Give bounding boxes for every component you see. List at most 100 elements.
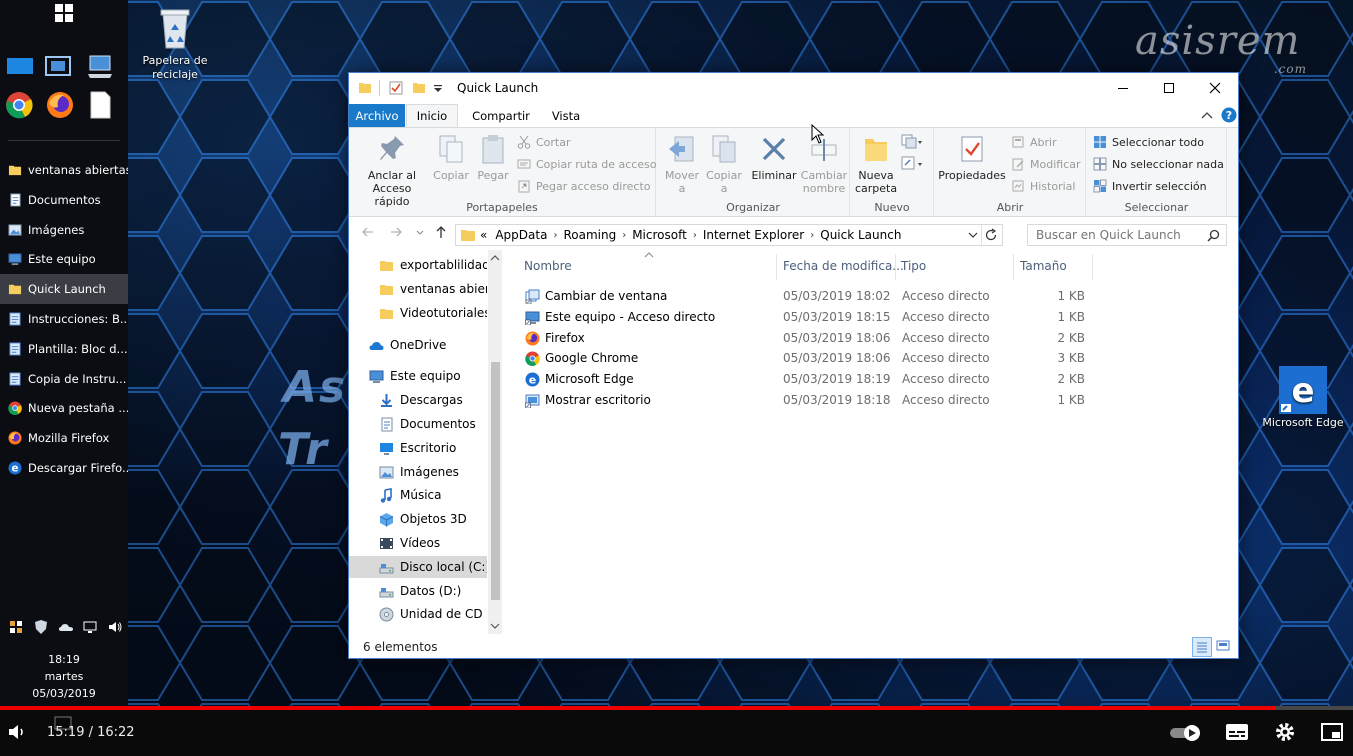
invert-selection-button[interactable]: Invertir selección [1093,177,1207,195]
taskbar-item[interactable]: Quick Launch [0,274,128,305]
network-icon[interactable] [82,619,98,635]
nav-item[interactable]: Datos (D:) [349,580,487,602]
nav-item[interactable]: Disco local (C:) [349,556,487,578]
autoplay-toggle-icon[interactable] [1168,720,1204,744]
chevron-down-icon[interactable] [968,230,978,240]
column-divider[interactable] [895,254,896,280]
edge-desktop-shortcut[interactable]: e Microsoft Edge [1258,366,1348,430]
large-icons-view-button[interactable] [1214,637,1234,657]
properties-button[interactable]: Propiedades [937,133,1007,182]
nav-item[interactable]: ventanas abierta [349,278,487,300]
column-header-name[interactable]: Nombre [524,259,572,279]
address-bar[interactable]: « AppData › Roaming › Microsoft › Internet Exp… [455,224,1003,246]
open-button[interactable]: Abrir [1011,133,1057,151]
forward-button[interactable] [387,225,405,243]
taskbar-item[interactable]: Instrucciones: B... [0,304,128,334]
nav-item[interactable]: Este equipo [349,365,487,387]
column-header-type[interactable]: Tipo [901,259,926,279]
maximize-button[interactable] [1146,73,1192,103]
select-all-button[interactable]: Seleccionar todo [1093,133,1204,151]
breadcrumb-item[interactable]: Microsoft [632,228,687,242]
edit-button[interactable]: Modificar [1011,155,1081,173]
file-row[interactable]: Mostrar escritorio 05/03/2019 18:18 Acceso… [521,390,1097,411]
history-button[interactable]: Historial [1011,177,1075,195]
nav-item[interactable]: Imágenes [349,461,487,483]
recent-locations-button[interactable] [411,225,429,243]
tab-compartir[interactable]: Compartir [463,104,539,127]
taskbar-item[interactable]: Copia de Instru... [0,364,128,394]
properties-quick-icon[interactable] [389,81,403,95]
volume-icon[interactable] [6,720,30,744]
file-row[interactable]: Este equipo - Acceso directo 05/03/2019 1… [521,307,1097,328]
column-divider[interactable] [1092,254,1093,280]
breadcrumb-item[interactable]: AppData [495,228,547,242]
nav-item[interactable]: Unidad de CD (G [349,603,487,625]
subtitles-icon[interactable] [1225,720,1249,744]
copy-path-button[interactable]: Copiar ruta de acceso [517,155,657,173]
nav-item[interactable]: Documentos [349,413,487,435]
onedrive-tray-icon[interactable] [58,619,74,635]
nav-item[interactable]: Objetos 3D [349,508,487,530]
nav-item[interactable]: exportablilidad [349,254,487,276]
nav-scrollbar[interactable] [488,250,502,634]
firefox-pin-icon[interactable] [46,91,74,119]
title-bar[interactable]: Quick Launch [349,73,1238,103]
easy-access-icon[interactable] [901,155,923,171]
breadcrumb-item[interactable]: Internet Explorer [703,228,804,242]
file-row[interactable]: Firefox 05/03/2019 18:06 Acceso directo 2 K… [521,328,1097,349]
new-folder-quick-icon[interactable] [412,81,426,95]
taskbar-item[interactable]: Documentos [0,185,128,215]
breadcrumb-item[interactable]: Roaming [563,228,616,242]
nav-item[interactable]: Vídeos [349,532,487,554]
new-folder-button[interactable]: Nueva carpeta [855,133,897,195]
file-row[interactable]: Cambiar de ventana 05/03/2019 18:02 Acceso… [521,286,1097,307]
miniplayer-icon[interactable] [1320,720,1344,744]
taskbar-item[interactable]: Nueva pestaña ... [0,393,128,423]
shield-icon[interactable] [8,619,24,635]
taskbar-item[interactable]: Mozilla Firefox [0,423,128,453]
breadcrumb-item[interactable]: Quick Launch [820,228,901,242]
back-button[interactable] [359,225,377,243]
recycle-bin-shortcut[interactable]: Papelera de reciclaje [138,6,212,82]
pin-quick-access-button[interactable]: Anclar al Acceso rápido [355,133,429,208]
close-button[interactable] [1192,73,1238,103]
defender-icon[interactable] [33,619,49,635]
move-to-button[interactable]: Mover a [661,133,703,195]
progress-bar[interactable] [0,706,1353,710]
taskbar-item[interactable]: e Descargar Firefo... [0,453,128,483]
paste-shortcut-button[interactable]: Pegar acceso directo [517,177,651,195]
select-none-button[interactable]: No seleccionar nada [1093,155,1224,173]
column-header-date[interactable]: Fecha de modifica... [783,259,904,279]
breadcrumb-separator[interactable]: › [810,230,814,241]
help-icon[interactable]: ? [1221,107,1237,123]
taskbar-item[interactable]: ventanas abiertas [0,155,128,185]
breadcrumb-separator[interactable]: › [693,230,697,241]
details-view-button[interactable] [1192,637,1212,657]
settings-gear-icon[interactable] [1273,720,1297,744]
column-divider[interactable] [1013,254,1014,280]
tab-vista[interactable]: Vista [543,104,589,127]
delete-button[interactable]: Eliminar [751,133,797,182]
nav-item[interactable]: OneDrive [349,334,487,356]
taskbar-item[interactable]: Plantilla: Bloc d... [0,334,128,364]
taskbar-item[interactable]: Imágenes [0,215,128,245]
cut-button[interactable]: Cortar [517,133,571,151]
volume-icon[interactable] [107,619,123,635]
document-pin-icon[interactable] [86,91,114,119]
file-row[interactable]: e Microsoft Edge 05/03/2019 18:19 Acceso di… [521,369,1097,390]
nav-item[interactable]: Escritorio [349,437,487,459]
paste-button[interactable]: Pegar [473,133,513,182]
nav-item[interactable]: Descargas [349,389,487,411]
breadcrumb-separator[interactable]: › [553,230,557,241]
windows-start-icon[interactable] [52,2,76,24]
nav-item[interactable]: Música [349,484,487,506]
file-row[interactable]: Google Chrome 05/03/2019 18:06 Acceso dire… [521,348,1097,369]
customize-toolbar-icon[interactable] [433,84,443,94]
tab-inicio[interactable]: Inicio [406,104,458,127]
collapse-ribbon-icon[interactable] [1201,110,1213,120]
this-pc-pin-icon[interactable] [86,52,114,80]
up-button[interactable] [432,225,450,243]
minimize-button[interactable] [1100,73,1146,103]
copy-to-button[interactable]: Copiar a [703,133,745,195]
column-header-size[interactable]: Tamaño [1020,259,1067,279]
